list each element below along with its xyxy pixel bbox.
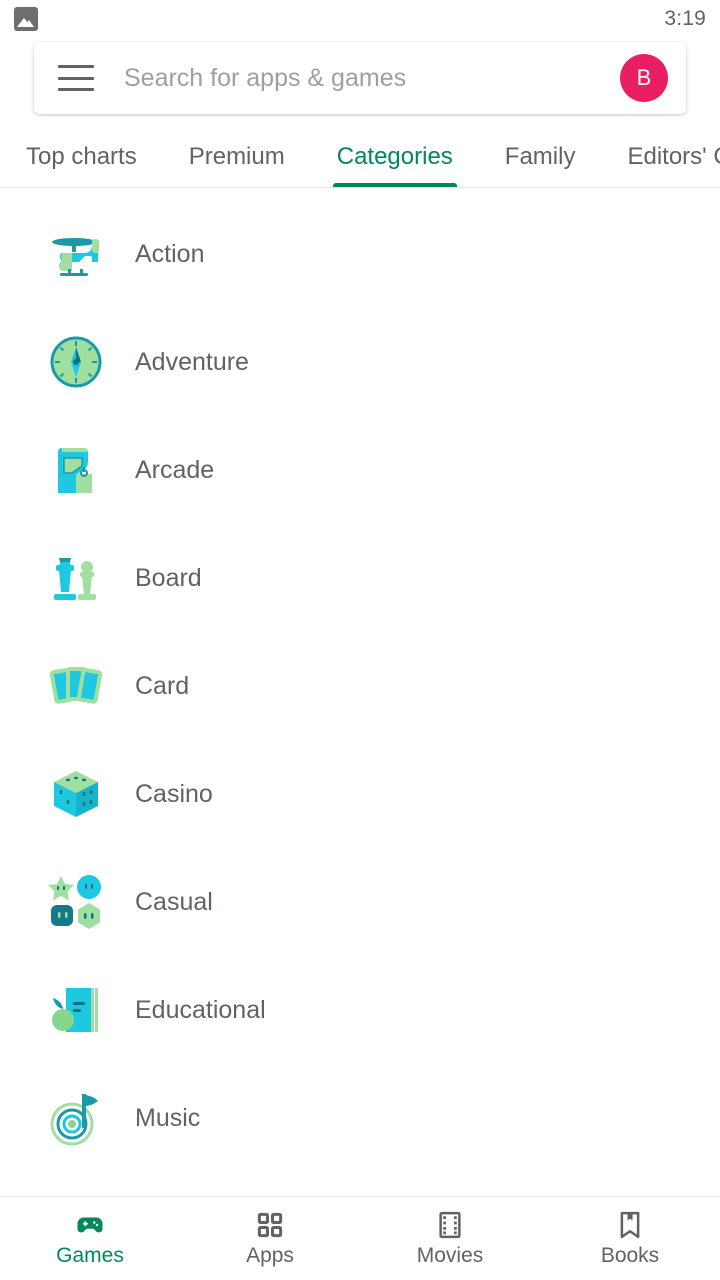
category-label: Arcade (135, 455, 215, 484)
category-row-card[interactable]: Card (0, 632, 720, 740)
category-label: Action (135, 239, 205, 268)
category-list: Action Adventure Arcade Board Card Casin… (0, 200, 720, 1172)
category-row-arcade[interactable]: Arcade (0, 416, 720, 524)
search-bar-container: Search for apps & games B (0, 42, 720, 118)
category-row-music[interactable]: Music (0, 1064, 720, 1172)
bottom-nav-apps[interactable]: Apps (180, 1197, 360, 1280)
avatar[interactable]: B (620, 54, 668, 102)
music-target-icon (48, 1090, 104, 1146)
category-row-adventure[interactable]: Adventure (0, 308, 720, 416)
tab-family[interactable]: Family (479, 126, 602, 188)
status-bar-left (14, 7, 38, 31)
search-bar[interactable]: Search for apps & games B (34, 42, 686, 114)
category-label: Card (135, 671, 190, 700)
film-strip-icon (435, 1210, 465, 1240)
book-apple-icon (48, 982, 104, 1038)
bottom-nav-label: Apps (246, 1243, 294, 1267)
gamepad-icon (75, 1210, 105, 1240)
category-label: Board (135, 563, 202, 592)
helicopter-icon (48, 226, 104, 282)
category-label: Casino (135, 779, 213, 808)
play-store-screen: 3:19 Search for apps & games B Top chart… (0, 0, 720, 1280)
category-row-casual[interactable]: Casual (0, 848, 720, 956)
tab-bar-divider (0, 187, 720, 188)
tab-editors-choice[interactable]: Editors' Choice (601, 126, 720, 188)
bottom-nav-movies[interactable]: Movies (360, 1197, 540, 1280)
tab-label: Premium (188, 143, 285, 170)
compass-icon (48, 334, 104, 390)
category-label: Music (135, 1103, 201, 1132)
bottom-nav-label: Games (56, 1243, 124, 1267)
category-row-casino[interactable]: Casino (0, 740, 720, 848)
dice-icon (48, 766, 104, 822)
category-row-action[interactable]: Action (0, 200, 720, 308)
category-label: Educational (135, 995, 266, 1024)
book-bookmark-icon (615, 1210, 645, 1240)
bottom-nav-label: Movies (416, 1243, 484, 1267)
bottom-nav-games[interactable]: Games (0, 1197, 180, 1280)
status-bar: 3:19 (0, 0, 720, 38)
category-label: Adventure (135, 347, 249, 376)
category-tab-bar: Top charts Premium Categories Family Editors… (0, 126, 720, 188)
category-row-board[interactable]: Board (0, 524, 720, 632)
category-label: Casual (135, 887, 213, 916)
tab-label: Top charts (26, 143, 137, 170)
status-bar-clock: 3:19 (664, 7, 706, 30)
tab-premium[interactable]: Premium (163, 126, 311, 188)
image-placeholder-icon (14, 7, 38, 31)
category-row-educational[interactable]: Educational (0, 956, 720, 1064)
chess-pieces-icon (48, 550, 104, 606)
grid-apps-icon (255, 1210, 285, 1240)
tab-label: Categories (336, 143, 453, 170)
tab-top-charts[interactable]: Top charts (0, 126, 163, 188)
characters-icon (48, 874, 104, 930)
playing-cards-icon (48, 658, 104, 714)
arcade-cabinet-icon (48, 442, 104, 498)
tab-categories[interactable]: Categories (311, 126, 479, 188)
hamburger-menu-icon[interactable] (58, 65, 94, 91)
bottom-nav-books[interactable]: Books (540, 1197, 720, 1280)
search-input[interactable]: Search for apps & games (124, 64, 620, 93)
tab-label: Editors' Choice (627, 143, 720, 170)
bottom-nav-label: Books (600, 1243, 660, 1267)
tab-label: Family (504, 143, 576, 170)
bottom-navigation-bar: Games Apps Movies Books (0, 1196, 720, 1280)
